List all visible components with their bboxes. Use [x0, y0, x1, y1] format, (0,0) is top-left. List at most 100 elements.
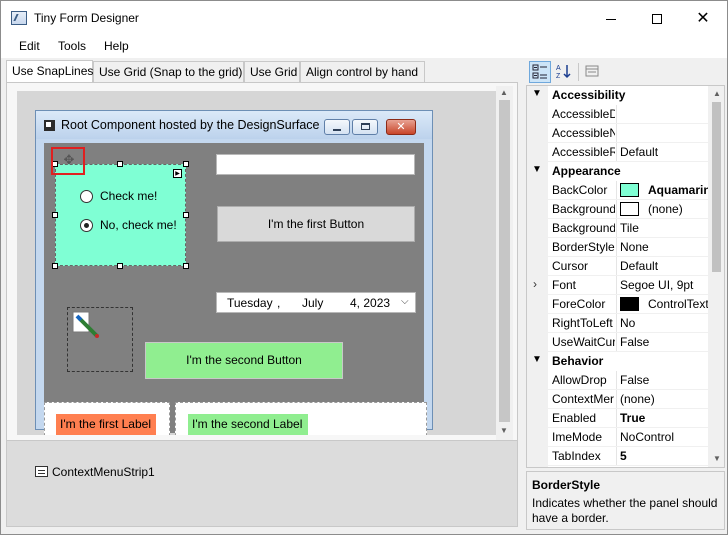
- resize-handle[interactable]: [52, 212, 58, 218]
- component-tray: ContextMenuStrip1: [7, 440, 517, 526]
- categorized-icon: [532, 64, 547, 79]
- resize-handle[interactable]: [183, 161, 189, 167]
- scroll-thumb[interactable]: [712, 102, 721, 272]
- property-value[interactable]: ControlText: [620, 297, 710, 311]
- property-name: Cursor: [552, 259, 589, 273]
- color-swatch: [620, 297, 639, 311]
- second-button[interactable]: I'm the second Button: [145, 342, 343, 379]
- flow-panel-left[interactable]: I'm the first Label: [44, 402, 170, 435]
- tab-use-grid[interactable]: Use Grid: [244, 61, 300, 82]
- property-row[interactable]: Enabled True: [527, 409, 709, 428]
- property-row[interactable]: ForeColor ControlText: [527, 295, 709, 314]
- menu-help[interactable]: Help: [104, 39, 129, 53]
- context-menu-strip-component[interactable]: ContextMenuStrip1: [35, 465, 155, 479]
- hosted-close-button[interactable]: ✕: [386, 119, 416, 135]
- chevron-right-icon[interactable]: ›: [533, 277, 537, 291]
- resize-handle[interactable]: [117, 263, 123, 269]
- property-row[interactable]: RightToLeft No: [527, 314, 709, 333]
- tab-use-grid-snap[interactable]: Use Grid (Snap to the grid): [93, 61, 244, 82]
- scroll-up-icon[interactable]: ▲: [500, 88, 508, 97]
- property-row[interactable]: ImeMode NoControl: [527, 428, 709, 447]
- property-value[interactable]: True: [620, 411, 710, 425]
- first-button[interactable]: I'm the first Button: [217, 206, 415, 242]
- chevron-down-icon[interactable]: ⌵: [401, 296, 409, 307]
- collapse-icon[interactable]: ▼: [532, 354, 542, 365]
- property-value[interactable]: (none): [620, 392, 710, 406]
- property-category[interactable]: ▼ Behavior: [527, 352, 709, 371]
- textbox[interactable]: [216, 154, 415, 175]
- date-separator: ,: [277, 296, 281, 310]
- selected-panel[interactable]: Check me! No, check me! ▶: [55, 164, 186, 266]
- maximize-button[interactable]: [634, 1, 680, 36]
- second-label[interactable]: I'm the second Label: [188, 414, 308, 435]
- menu-edit[interactable]: Edit: [19, 39, 40, 53]
- property-grid-scrollbar[interactable]: ▲ ▼: [708, 86, 724, 467]
- design-surface[interactable]: Root Component hosted by the DesignSurfa…: [17, 91, 504, 435]
- minimize-icon: [606, 18, 616, 20]
- alphabetical-view-button[interactable]: A Z: [553, 61, 575, 83]
- picture-box[interactable]: [67, 307, 133, 372]
- color-swatch: [620, 202, 639, 216]
- property-row[interactable]: AccessibleR Default: [527, 143, 709, 162]
- property-value[interactable]: False: [620, 335, 710, 349]
- property-row[interactable]: Background (none): [527, 200, 709, 219]
- property-name: TabIndex: [552, 449, 601, 463]
- property-row[interactable]: Cursor Default: [527, 257, 709, 276]
- scroll-down-icon[interactable]: ▼: [713, 454, 721, 463]
- property-value[interactable]: Segoe UI, 9pt: [620, 278, 710, 292]
- resize-handle[interactable]: [183, 212, 189, 218]
- property-value[interactable]: None: [620, 240, 710, 254]
- resize-handle[interactable]: [52, 263, 58, 269]
- property-row[interactable]: BorderStyle None: [527, 238, 709, 257]
- collapse-icon[interactable]: ▼: [532, 164, 542, 175]
- property-row[interactable]: TabIndex 5: [527, 447, 709, 466]
- scroll-up-icon[interactable]: ▲: [713, 89, 721, 98]
- color-swatch: [620, 183, 639, 197]
- app-window: Tiny Form Designer ✕ Edit Tools Help Use…: [0, 0, 728, 535]
- resize-handle[interactable]: [117, 161, 123, 167]
- radio-label: No, check me!: [100, 218, 177, 232]
- resize-handle[interactable]: [183, 263, 189, 269]
- hosted-minimize-button[interactable]: [324, 119, 350, 135]
- menu-tools[interactable]: Tools: [58, 39, 86, 53]
- property-pages-icon: [585, 65, 599, 77]
- property-row[interactable]: BackColor Aquamarine: [527, 181, 710, 200]
- property-category[interactable]: ▼ Accessibility: [527, 86, 709, 105]
- smart-tag-icon[interactable]: ▶: [173, 169, 182, 178]
- flow-panel-right[interactable]: I'm the second Label: [175, 402, 427, 435]
- scroll-down-icon[interactable]: ▼: [500, 426, 508, 435]
- property-category[interactable]: ▼ Appearance: [527, 162, 709, 181]
- tab-use-snaplines[interactable]: Use SnapLines: [6, 60, 93, 82]
- property-row[interactable]: › Font Segoe UI, 9pt: [527, 276, 709, 295]
- hosted-form-title: Root Component hosted by the DesignSurfa…: [61, 118, 334, 132]
- scroll-thumb[interactable]: [499, 100, 510, 422]
- date-picker[interactable]: Tuesday , July 4, 2023 ⌵: [216, 292, 416, 313]
- close-button[interactable]: ✕: [680, 1, 726, 36]
- form-client-area[interactable]: Check me! No, check me! ▶ ✥ I'm the firs…: [44, 143, 427, 435]
- move-handle[interactable]: ✥: [51, 147, 85, 175]
- property-value[interactable]: Default: [620, 145, 710, 159]
- hosted-maximize-button[interactable]: [352, 119, 378, 135]
- property-row[interactable]: UseWaitCur False: [527, 333, 709, 352]
- design-vertical-scrollbar[interactable]: ▲ ▼: [496, 86, 513, 440]
- property-value[interactable]: 5: [620, 449, 710, 463]
- property-row[interactable]: Background Tile: [527, 219, 709, 238]
- property-row[interactable]: AccessibleD: [527, 105, 709, 124]
- first-label[interactable]: I'm the first Label: [56, 414, 156, 435]
- collapse-icon[interactable]: ▼: [532, 88, 542, 99]
- tab-align-by-hand[interactable]: Align control by hand: [300, 61, 425, 82]
- hosted-form[interactable]: Root Component hosted by the DesignSurfa…: [35, 110, 433, 435]
- property-value[interactable]: False: [620, 373, 710, 387]
- property-row[interactable]: AllowDrop False: [527, 371, 709, 390]
- property-value[interactable]: NoControl: [620, 430, 710, 444]
- property-value[interactable]: Aquamarine: [620, 183, 710, 197]
- categorized-view-button[interactable]: [529, 61, 551, 83]
- property-row[interactable]: AccessibleN: [527, 124, 709, 143]
- property-pages-button[interactable]: [581, 61, 603, 83]
- property-value[interactable]: No: [620, 316, 710, 330]
- property-row[interactable]: ContextMer (none): [527, 390, 709, 409]
- property-value[interactable]: Default: [620, 259, 710, 273]
- property-value[interactable]: Tile: [620, 221, 710, 235]
- property-value[interactable]: (none): [620, 202, 710, 216]
- minimize-button[interactable]: [588, 1, 634, 36]
